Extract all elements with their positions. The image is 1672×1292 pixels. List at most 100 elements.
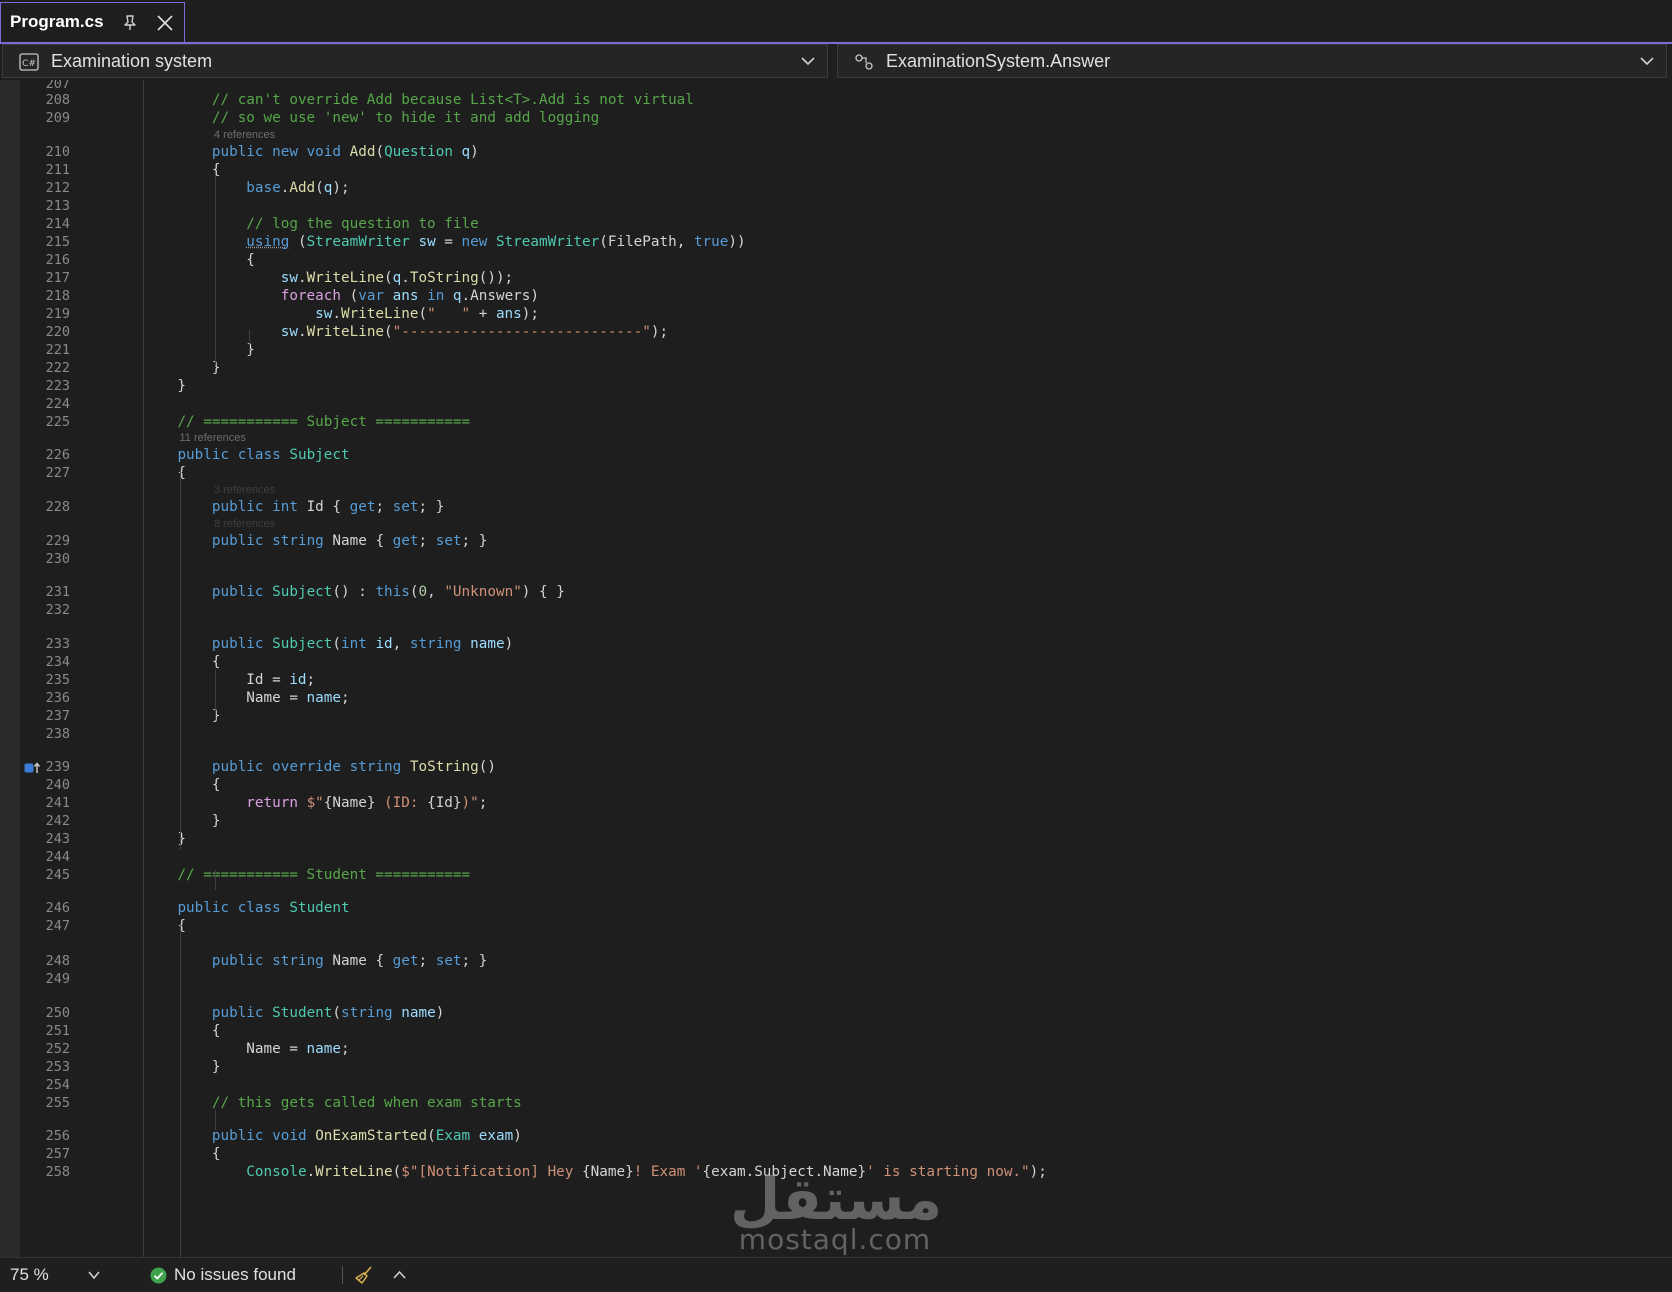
project-dropdown[interactable]: C# Examination system bbox=[2, 44, 828, 78]
tab-program-cs[interactable]: Program.cs bbox=[0, 2, 185, 42]
code-editor[interactable]: 207 208 // can't override Add because Lis… bbox=[0, 80, 1672, 1257]
code-text[interactable]: public Student(string name) bbox=[143, 1004, 444, 1023]
code-text[interactable]: public void OnExamStarted(Exam exam) bbox=[143, 1127, 522, 1146]
code-text[interactable]: // log the question to file bbox=[143, 215, 478, 234]
code-text[interactable]: // so we use 'new' to hide it and add lo… bbox=[143, 109, 599, 128]
code-line[interactable]: 256 public void OnExamStarted(Exam exam) bbox=[0, 1127, 1672, 1146]
code-line[interactable]: 210 public new void Add(Question q) bbox=[0, 143, 1672, 162]
code-text[interactable]: public string Name { get; set; } bbox=[143, 532, 488, 551]
code-text[interactable]: { bbox=[143, 1145, 221, 1164]
code-text[interactable]: public new void Add(Question q) bbox=[143, 143, 479, 162]
code-line[interactable]: 238 bbox=[0, 725, 1672, 744]
override-marker-icon[interactable] bbox=[24, 762, 40, 774]
code-line[interactable]: 223 } bbox=[0, 377, 1672, 396]
code-line[interactable]: 226 public class Subject bbox=[0, 446, 1672, 465]
codelens-references[interactable]: 8 references bbox=[214, 517, 275, 531]
code-text[interactable]: // can't override Add because List<T>.Ad… bbox=[143, 91, 694, 110]
chevron-down-icon[interactable] bbox=[88, 1271, 100, 1280]
code-line[interactable]: 215 using (StreamWriter sw = new StreamW… bbox=[0, 233, 1672, 252]
code-line[interactable]: 229 public string Name { get; set; } bbox=[0, 532, 1672, 551]
close-icon[interactable] bbox=[156, 14, 174, 32]
code-line[interactable]: 213 bbox=[0, 197, 1672, 216]
code-text[interactable]: sw.WriteLine(q.ToString()); bbox=[143, 269, 513, 288]
code-line[interactable]: 243 } bbox=[0, 830, 1672, 849]
code-text[interactable]: } bbox=[143, 707, 221, 726]
code-line[interactable]: 252 Name = name; bbox=[0, 1040, 1672, 1059]
code-line[interactable]: 227 { bbox=[0, 464, 1672, 483]
code-line[interactable]: 224 bbox=[0, 395, 1672, 414]
code-text[interactable]: Id = id; bbox=[143, 671, 315, 690]
code-text[interactable]: // this gets called when exam starts bbox=[143, 1094, 522, 1113]
code-text[interactable]: public Subject() : this(0, "Unknown") { … bbox=[143, 583, 565, 602]
code-text[interactable]: } bbox=[143, 1058, 221, 1077]
code-line[interactable]: 221 } bbox=[0, 341, 1672, 360]
codelens-references[interactable]: 11 references bbox=[179, 431, 245, 445]
code-line[interactable]: 247 { bbox=[0, 917, 1672, 936]
code-line[interactable]: 245 // =========== Student =========== bbox=[0, 866, 1672, 885]
code-line[interactable]: 236 Name = name; bbox=[0, 689, 1672, 708]
code-text[interactable]: base.Add(q); bbox=[143, 179, 349, 198]
code-text[interactable]: { bbox=[143, 653, 221, 672]
code-line[interactable]: 244 bbox=[0, 848, 1672, 867]
code-line[interactable]: 232 bbox=[0, 601, 1672, 620]
code-line[interactable]: 240 { bbox=[0, 776, 1672, 795]
code-line[interactable]: 214 // log the question to file bbox=[0, 215, 1672, 234]
code-text[interactable]: } bbox=[143, 341, 255, 360]
code-line[interactable]: 220 sw.WriteLine("----------------------… bbox=[0, 323, 1672, 342]
code-text[interactable]: // =========== Subject =========== bbox=[143, 413, 470, 432]
code-line[interactable]: 231 public Subject() : this(0, "Unknown"… bbox=[0, 583, 1672, 602]
code-line[interactable]: 246 public class Student bbox=[0, 899, 1672, 918]
code-text[interactable]: foreach (var ans in q.Answers) bbox=[143, 287, 539, 306]
code-line[interactable]: 225 // =========== Subject =========== bbox=[0, 413, 1672, 432]
code-text[interactable]: } bbox=[143, 377, 186, 396]
code-line[interactable]: 234 { bbox=[0, 653, 1672, 672]
code-text[interactable]: Name = name; bbox=[143, 1040, 349, 1059]
code-line[interactable]: 209 // so we use 'new' to hide it and ad… bbox=[0, 109, 1672, 128]
code-text[interactable]: public string Name { get; set; } bbox=[143, 952, 488, 971]
code-line[interactable]: 208 // can't override Add because List<T… bbox=[0, 91, 1672, 110]
code-line[interactable]: 219 sw.WriteLine(" " + ans); bbox=[0, 305, 1672, 324]
code-text[interactable]: } bbox=[143, 812, 221, 831]
code-line[interactable]: 230 bbox=[0, 550, 1672, 569]
code-text[interactable]: { bbox=[143, 251, 255, 270]
code-line[interactable]: 253 } bbox=[0, 1058, 1672, 1077]
code-text[interactable]: Name = name; bbox=[143, 689, 349, 708]
code-line[interactable]: 255 // this gets called when exam starts bbox=[0, 1094, 1672, 1113]
code-line[interactable]: 249 bbox=[0, 970, 1672, 989]
code-line[interactable]: 241 return $"{Name} (ID: {Id})"; bbox=[0, 794, 1672, 813]
code-text[interactable]: } bbox=[143, 359, 221, 378]
zoom-level[interactable]: 75 % bbox=[10, 1265, 49, 1285]
code-line[interactable]: 212 base.Add(q); bbox=[0, 179, 1672, 198]
code-line[interactable]: 254 bbox=[0, 1076, 1672, 1095]
code-text[interactable]: public override string ToString() bbox=[143, 758, 496, 777]
codelens-references[interactable]: 4 references bbox=[214, 128, 275, 142]
chevron-up-icon[interactable] bbox=[393, 1270, 406, 1279]
pin-icon[interactable] bbox=[121, 14, 139, 32]
code-line[interactable]: 216 { bbox=[0, 251, 1672, 270]
code-text[interactable]: { bbox=[143, 161, 221, 180]
code-line[interactable]: 242 } bbox=[0, 812, 1672, 831]
code-line[interactable]: 233 public Subject(int id, string name) bbox=[0, 635, 1672, 654]
code-text[interactable]: sw.WriteLine("--------------------------… bbox=[143, 323, 668, 342]
code-line[interactable]: 239 public override string ToString() bbox=[0, 758, 1672, 777]
code-text[interactable]: { bbox=[143, 776, 221, 795]
issues-status[interactable]: No issues found bbox=[174, 1265, 296, 1285]
code-text[interactable]: public Subject(int id, string name) bbox=[143, 635, 513, 654]
code-line[interactable]: 251 { bbox=[0, 1022, 1672, 1041]
code-text[interactable]: public class Subject bbox=[143, 446, 349, 465]
code-text[interactable]: public class Student bbox=[143, 899, 349, 918]
code-text[interactable]: // =========== Student =========== bbox=[143, 866, 470, 885]
code-line[interactable]: 218 foreach (var ans in q.Answers) bbox=[0, 287, 1672, 306]
code-text[interactable]: sw.WriteLine(" " + ans); bbox=[143, 305, 539, 324]
code-line[interactable]: 211 { bbox=[0, 161, 1672, 180]
code-line[interactable]: 222 } bbox=[0, 359, 1672, 378]
code-line[interactable]: 228 public int Id { get; set; } bbox=[0, 498, 1672, 517]
broom-icon[interactable] bbox=[354, 1265, 374, 1285]
code-line[interactable]: 248 public string Name { get; set; } bbox=[0, 952, 1672, 971]
code-line[interactable]: 237 } bbox=[0, 707, 1672, 726]
code-text[interactable]: return $"{Name} (ID: {Id})"; bbox=[143, 794, 487, 813]
code-line[interactable]: 250 public Student(string name) bbox=[0, 1004, 1672, 1023]
code-line[interactable]: 235 Id = id; bbox=[0, 671, 1672, 690]
code-line[interactable]: 257 { bbox=[0, 1145, 1672, 1164]
codelens-references[interactable]: 3 references bbox=[214, 483, 275, 497]
